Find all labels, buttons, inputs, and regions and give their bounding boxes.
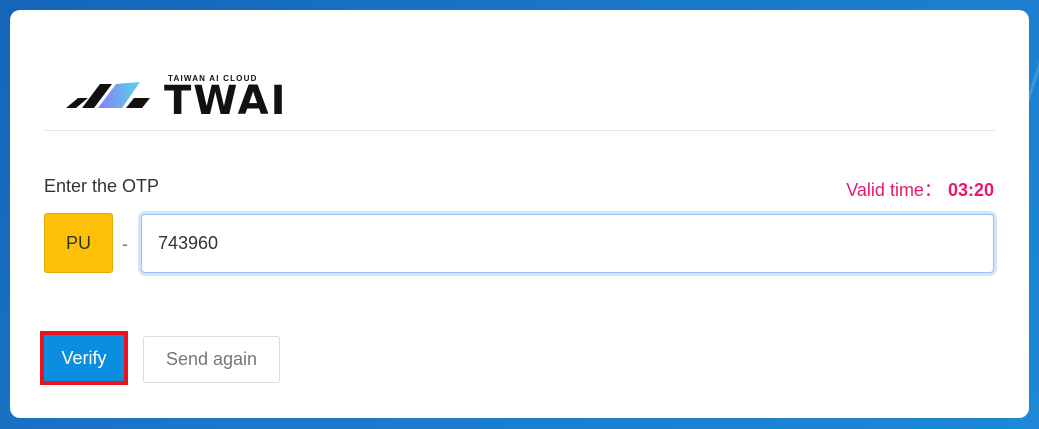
verify-button[interactable]: Verify	[44, 335, 124, 381]
otp-card: TAIWAN AI CLOUD TWAI Enter the OTP Valid…	[10, 10, 1029, 418]
valid-time: Valid time： 03:20	[846, 176, 994, 202]
otp-separator: -	[122, 234, 128, 254]
logo-mark-icon	[66, 82, 150, 108]
twai-logo: TAIWAN AI CLOUD TWAI	[64, 68, 314, 124]
valid-time-countdown: 03:20	[947, 180, 994, 200]
send-again-button[interactable]: Send again	[143, 336, 280, 383]
valid-time-label: Valid time：	[846, 180, 942, 200]
otp-prefix-badge: PU	[44, 213, 113, 273]
logo-wordmark: TWAI	[164, 78, 288, 124]
divider	[44, 130, 995, 131]
otp-input[interactable]	[141, 214, 994, 273]
verify-button-highlight: Verify	[40, 331, 128, 385]
otp-label: Enter the OTP	[44, 176, 160, 196]
